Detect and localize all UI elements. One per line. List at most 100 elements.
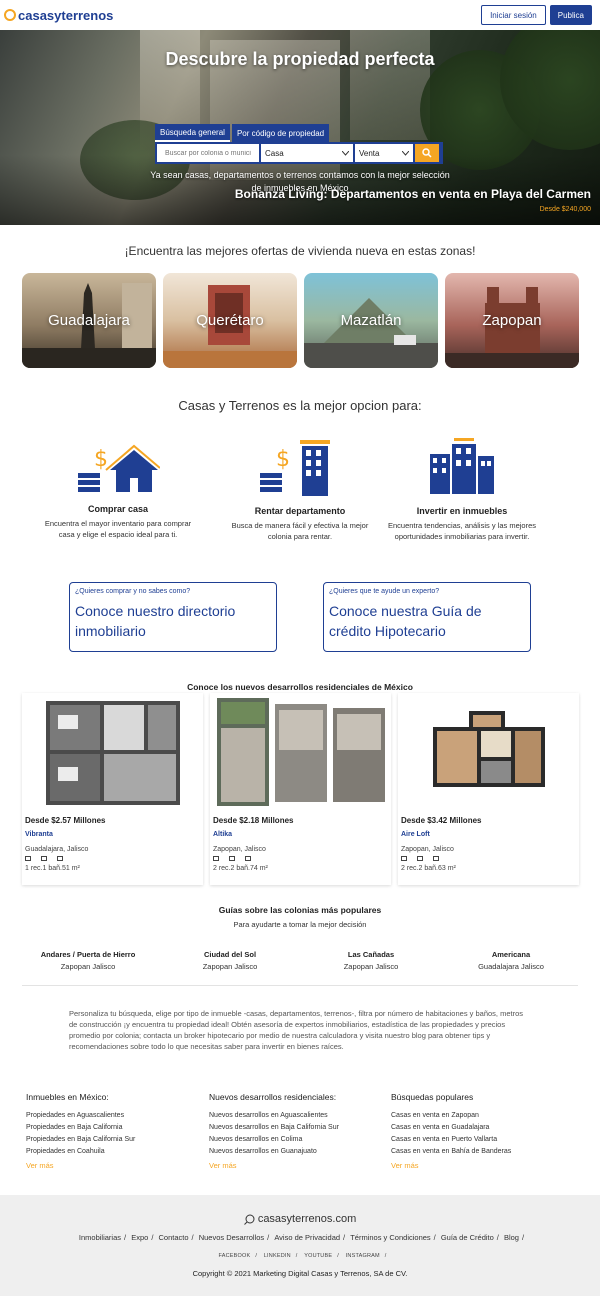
seo-description: Personaliza tu búsqueda, elige por tipo … [69,1009,524,1051]
zone-card-queretaro[interactable]: Querétaro [163,273,297,368]
development-location: Zapopan, Jalisco [213,846,266,853]
tab-property-code[interactable]: Por código de propiedad [231,124,330,142]
linkedin-link[interactable]: LINKEDIN [264,1253,291,1259]
feature-invest: Invertir en inmuebles Encuentra tendenci… [382,436,542,542]
cta-question: ¿Quieres que te ayude un experto? [329,588,440,595]
svg-text:$: $ [276,447,290,472]
location-pin-icon [4,9,16,21]
divider [22,985,578,986]
cta-question: ¿Quieres comprar y no sabes como? [75,588,191,595]
facebook-link[interactable]: FACEBOOK [218,1253,250,1259]
column-link[interactable]: Nuevos desarrollos en Colima [209,1134,384,1146]
credit-guide-cta[interactable]: ¿Quieres que te ayude un experto? Conoce… [323,582,531,652]
see-more-link[interactable]: Ver más [209,1160,384,1172]
guides-title: Guías sobre las colonias más populares [218,905,382,915]
development-specs: 1 rec.1 bañ.51 m² [25,865,80,872]
footer-link[interactable]: Guía de Crédito [441,1233,494,1242]
best-option-title: Casas y Terrenos es la mejor opcion para… [178,398,422,413]
footer-link[interactable]: Expo [131,1233,148,1242]
search-bar: Casa Venta [155,142,443,164]
footer-link[interactable]: Aviso de Privacidad [274,1233,340,1242]
top-bar: casasyterrenos Iniciar sesión Publica [0,0,600,30]
column-link[interactable]: Propiedades en Coahuila [26,1146,201,1158]
floorplan-image [398,693,579,811]
feature-title: Rentar departamento [254,506,346,516]
guides-subtitle: Para ayudarte a tomar la mejor decisión [233,920,367,929]
hero-title: Descubre la propiedad perfecta [165,49,435,69]
zone-card-guadalajara[interactable]: Guadalajara [22,273,156,368]
guide-link[interactable]: Las Cañadas Zapopan Jalisco [296,950,446,971]
search-button[interactable] [415,144,439,162]
footer-link[interactable]: Contacto [158,1233,188,1242]
youtube-link[interactable]: YOUTUBE [304,1253,332,1259]
footer-link[interactable]: Blog [504,1233,519,1242]
area-icon [245,856,251,861]
development-specs: 2 rec.2 bañ.74 m² [213,865,268,872]
guide-city: Zapopan Jalisco [202,962,258,971]
column-title: Nuevos desarrollos residenciales: [209,1092,337,1102]
development-name[interactable]: Altika [213,831,232,838]
chevron-down-icon [342,150,349,156]
zone-card-zapopan[interactable]: Zapopan [445,273,579,368]
zone-card-mazatlan[interactable]: Mazatlán [304,273,438,368]
column-link[interactable]: Casas en venta en Puerto Vallarta [391,1134,566,1146]
copyright: Copyright © 2021 Marketing Digital Casas… [192,1269,408,1278]
search-input[interactable] [157,144,259,162]
see-more-link[interactable]: Ver más [391,1160,566,1172]
operation-value: Venta [359,148,380,158]
svg-text:$: $ [94,447,108,472]
links-column-properties: Inmuebles en México: Propiedades en Agua… [26,1092,201,1172]
login-button[interactable]: Iniciar sesión [481,5,546,25]
column-link[interactable]: Propiedades en Aguascalientes [26,1110,201,1122]
column-link[interactable]: Nuevos desarrollos en Baja California Su… [209,1122,384,1134]
column-link[interactable]: Casas en venta en Bahía de Banderas [391,1146,566,1158]
column-link[interactable]: Nuevos desarrollos en Aguascalientes [209,1110,384,1122]
chevron-down-icon [402,150,409,156]
column-link[interactable]: Nuevos desarrollos en Guanajuato [209,1146,384,1158]
guide-city: Zapopan Jalisco [343,962,399,971]
guide-name: Las Cañadas [347,950,395,959]
development-price: Desde $2.18 Millones [213,816,294,825]
footer-links: Inmobiliarias / Expo / Contacto / Nuevos De… [78,1233,525,1242]
bath-icon [229,856,235,861]
column-link[interactable]: Propiedades en Baja California Sur [26,1134,201,1146]
footer-link[interactable]: Nuevos Desarrollos [199,1233,264,1242]
feature-rent-apartment: $ Rentar departamento Busca de manera fá… [220,436,380,542]
footer-link[interactable]: Términos y Condiciones [350,1233,430,1242]
feature-text: Busca de manera fácil y efectiva la mejo… [231,521,369,541]
bed-icon [401,856,407,861]
footer-logo[interactable]: casasyterrenos.com [0,1213,600,1225]
development-card[interactable]: Desde $3.42 Millones Aire Loft Zapopan, … [398,693,579,885]
operation-select[interactable]: Venta [355,144,413,162]
directory-cta[interactable]: ¿Quieres comprar y no sabes como? Conoce… [69,582,277,652]
guide-link[interactable]: Americana Guadalajara Jalisco [436,950,586,971]
column-title: Búsquedas populares [391,1092,474,1102]
promo-title[interactable]: Bonanza Living: Departamentos en venta e… [235,187,591,201]
development-card[interactable]: Desde $2.57 Millones Vibranta Guadalajar… [22,693,203,885]
site-logo[interactable]: casasyterrenos [4,8,113,23]
publish-button[interactable]: Publica [549,5,592,25]
instagram-link[interactable]: INSTAGRAM [346,1253,380,1259]
guide-link[interactable]: Ciudad del Sol Zapopan Jalisco [155,950,305,971]
footer-link[interactable]: Inmobiliarias [79,1233,121,1242]
guide-link[interactable]: Andares / Puerta de Hierro Zapopan Jalisc… [13,950,163,971]
development-name[interactable]: Vibranta [25,831,53,838]
zone-label: Querétaro [196,312,264,329]
links-column-popular: Búsquedas populares Casas en venta en Za… [391,1092,566,1172]
development-name[interactable]: Aire Loft [401,831,430,838]
zones-title: ¡Encuentra las mejores ofertas de vivien… [124,244,476,258]
column-link[interactable]: Propiedades en Baja California [26,1122,201,1134]
column-link[interactable]: Casas en venta en Guadalajara [391,1122,566,1134]
guide-city: Zapopan Jalisco [60,962,116,971]
feature-text: Encuentra el mayor inventario para compr… [44,519,192,539]
see-more-link[interactable]: Ver más [26,1160,201,1172]
property-type-select[interactable]: Casa [261,144,353,162]
invest-buildings-icon [430,438,494,494]
tab-general-search[interactable]: Búsqueda general [155,124,230,142]
column-link[interactable]: Casas en venta en Zapopan [391,1110,566,1122]
development-card[interactable]: Desde $2.18 Millones Altika Zapopan, Jal… [210,693,391,885]
developments-title: Conoce los nuevos desarrollos residencia… [187,682,413,692]
floorplan-image [210,693,391,811]
links-column-developments: Nuevos desarrollos residenciales: Nuevos… [209,1092,384,1172]
feature-buy-house: $ Comprar casa Encuentra el mayor invent… [38,436,198,540]
